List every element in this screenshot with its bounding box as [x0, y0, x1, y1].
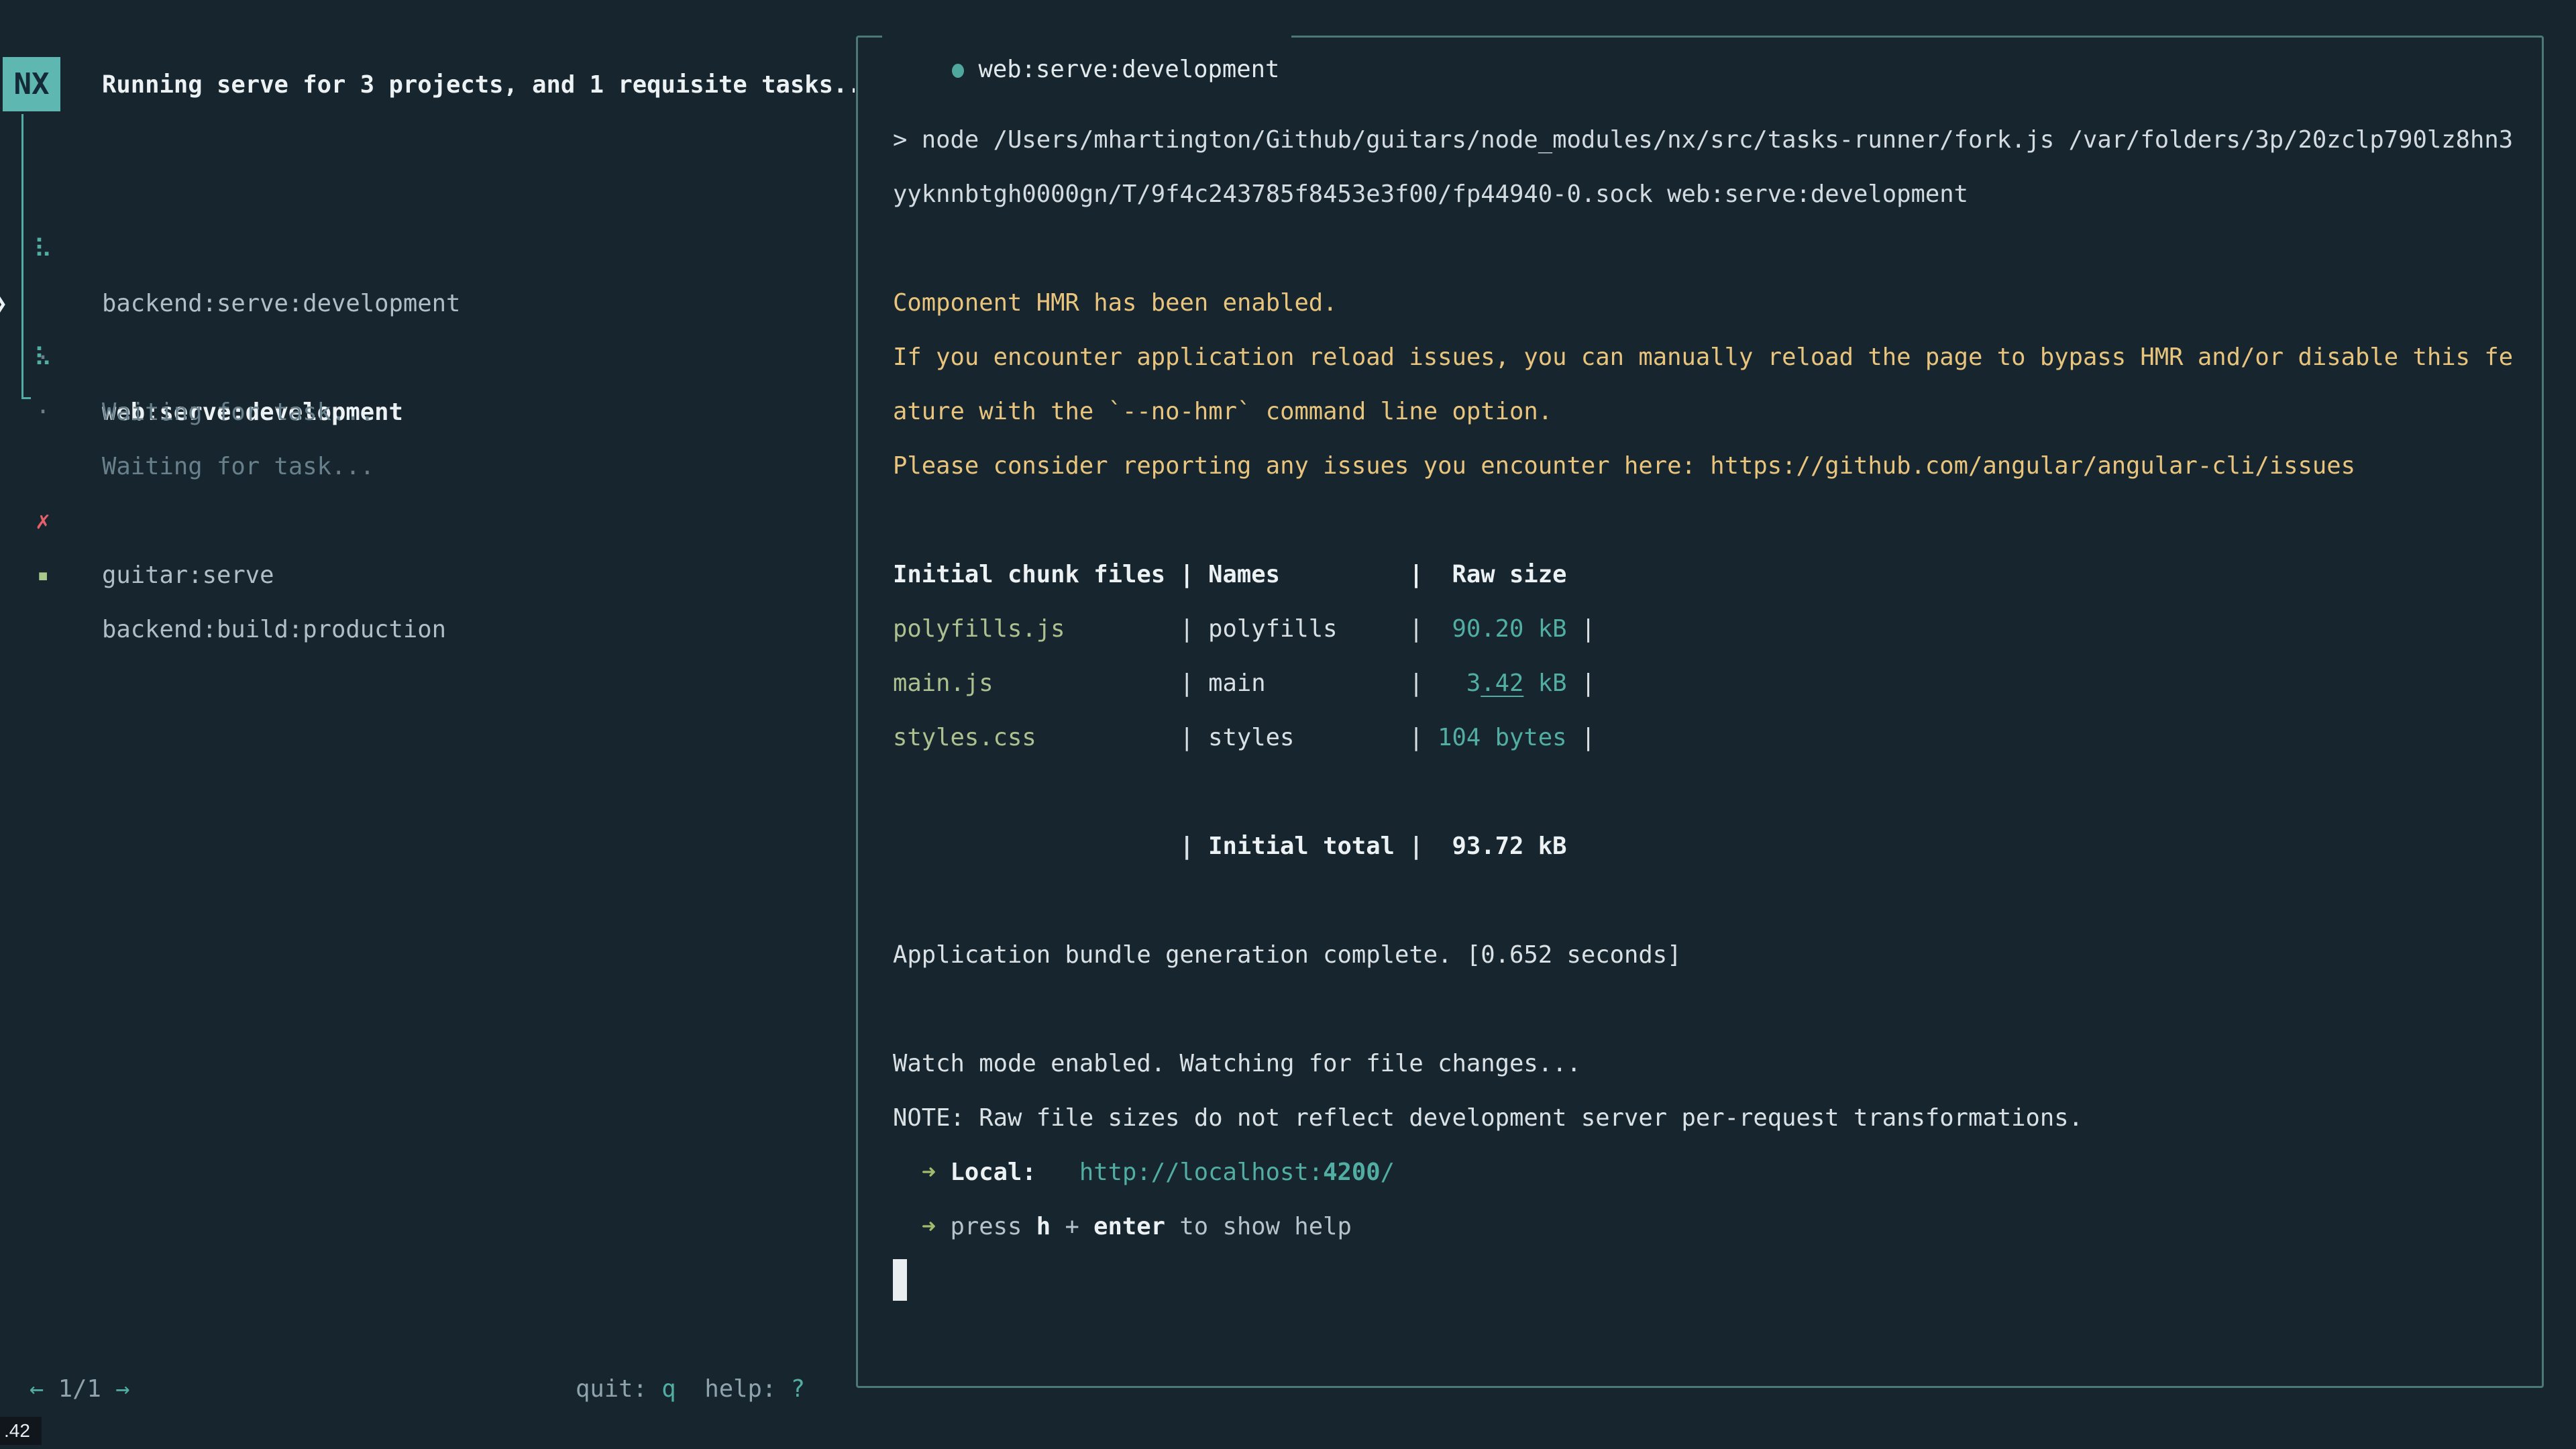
- key-h: h: [1036, 1213, 1051, 1240]
- pipe: |: [1581, 724, 1595, 751]
- size-unit: kB: [1523, 669, 1566, 697]
- task-row-waiting-1[interactable]: · Waiting for task...: [0, 276, 845, 331]
- header-files: Initial chunk files: [893, 547, 1165, 602]
- task-row-backend-build[interactable]: ▪ backend:build:production: [0, 494, 845, 548]
- pipe: |: [1179, 561, 1193, 588]
- chunk-file: main.js: [893, 656, 1165, 710]
- terminal-cursor[interactable]: [893, 1259, 907, 1301]
- local-url-link[interactable]: http://localhost:4200/: [1079, 1159, 1395, 1186]
- chunk-name: main: [1208, 656, 1395, 710]
- task-label: Waiting for task...: [102, 385, 374, 439]
- total-size: 93.72 kB: [1438, 819, 1566, 873]
- terminal-output: > node /Users/mhartington/Github/guitars…: [858, 38, 2542, 1308]
- pipe: |: [1409, 833, 1423, 860]
- hmr-warning-4: Please consider reporting any issues you…: [893, 439, 2542, 493]
- task-row-backend-serve[interactable]: ⠧ backend:serve:development: [0, 168, 845, 222]
- url-base: http://localhost:: [1079, 1159, 1323, 1186]
- url-port: 4200: [1323, 1159, 1381, 1186]
- pipe: |: [1581, 669, 1595, 697]
- quit-key: q: [661, 1375, 676, 1403]
- cursor-line: [893, 1254, 2542, 1308]
- size-value: 104: [1438, 724, 1481, 751]
- pager-current: 1/1: [58, 1375, 101, 1403]
- chunk-size: 90.20 kB: [1438, 602, 1566, 656]
- task-label: guitar:serve: [102, 548, 274, 602]
- quit-label: quit:: [576, 1375, 647, 1403]
- size-unit: kB: [1523, 615, 1566, 643]
- hmr-warning-1: Component HMR has been enabled.: [893, 276, 2542, 330]
- pipe: |: [1409, 669, 1423, 697]
- pipe: |: [1179, 669, 1193, 697]
- command-line-1: > node /Users/mhartington/Github/guitars…: [893, 113, 2542, 167]
- help-label: help:: [704, 1375, 776, 1403]
- chunk-name: styles: [1208, 710, 1395, 765]
- chunk-size: 104 bytes: [1438, 710, 1566, 765]
- chunk-size: 3.42 kB: [1438, 656, 1566, 710]
- blank-line: [893, 982, 2542, 1036]
- panel-title-text: web:serve:development: [979, 56, 1280, 83]
- chunk-table-row: styles.css | styles | 104 bytes |: [893, 710, 2542, 765]
- bundle-complete-line: Application bundle generation complete. …: [893, 928, 2542, 982]
- run-summary-title: Running serve for 3 projects, and 1 requ…: [102, 67, 855, 103]
- note-line: NOTE: Raw file sizes do not reflect deve…: [893, 1091, 2542, 1145]
- blank-line: [893, 765, 2542, 819]
- local-url-line: ➜ Local: http://localhost:4200/: [893, 1145, 2542, 1199]
- pending-dot-icon: ·: [30, 385, 56, 439]
- nx-logo: NX: [3, 57, 60, 111]
- keyboard-hints: quit: q help:?: [576, 1362, 805, 1416]
- press-help-line: ➜ pressh + enter to show help: [893, 1199, 2542, 1254]
- blank-line: [893, 873, 2542, 928]
- pipe: |: [1179, 615, 1193, 643]
- hmr-warning-2: If you encounter application reload issu…: [893, 330, 2542, 384]
- blank-line: [893, 493, 2542, 547]
- pipe: |: [1179, 724, 1193, 751]
- task-row-guitar-serve[interactable]: ✗ guitar:serve: [0, 439, 845, 494]
- running-dot-icon: [952, 64, 964, 78]
- chunk-table-total: | Initial total | 93.72 kB: [893, 819, 2542, 873]
- size-underlined: .42: [1481, 669, 1523, 697]
- header-names: Names: [1208, 547, 1395, 602]
- blank-line: [893, 221, 2542, 276]
- pager: ← 1/1 →: [30, 1362, 130, 1416]
- pipe: |: [1581, 615, 1595, 643]
- watch-mode-line: Watch mode enabled. Watching for file ch…: [893, 1036, 2542, 1091]
- press-rest: to show help: [1179, 1213, 1351, 1240]
- total-label: Initial total: [1208, 819, 1395, 873]
- pipe: |: [1409, 615, 1423, 643]
- chunk-table-header: Initial chunk files | Names | Raw size: [893, 547, 2542, 602]
- task-output-panel: web:serve:development > node /Users/mhar…: [856, 36, 2544, 1388]
- success-square-icon: ▪: [30, 548, 56, 602]
- arrow-icon: ➜: [922, 1213, 936, 1240]
- chunk-name: polyfills: [1208, 602, 1395, 656]
- key-enter: enter: [1093, 1213, 1165, 1240]
- press-word: press: [950, 1213, 1022, 1240]
- chunk-file: polyfills.js: [893, 602, 1165, 656]
- command-line-2: yyknnbtgh0000gn/T/9f4c243785f8453e3f00/f…: [893, 167, 2542, 221]
- task-row-waiting-2[interactable]: · Waiting for task...: [0, 331, 845, 385]
- local-label: Local:: [950, 1159, 1036, 1186]
- hmr-warning-3: ature with the `--no-hmr` command line o…: [893, 384, 2542, 439]
- pager-prev-icon[interactable]: ←: [30, 1375, 44, 1403]
- task-label: backend:build:production: [102, 602, 446, 657]
- url-slash: /: [1381, 1159, 1395, 1186]
- pager-next-icon[interactable]: →: [115, 1375, 129, 1403]
- corner-value-overlay: .42: [0, 1417, 42, 1445]
- size-value: 90.20: [1452, 615, 1523, 643]
- header-raw-size: Raw size: [1438, 547, 1566, 602]
- help-key: ?: [791, 1375, 805, 1403]
- pipe: |: [1409, 561, 1423, 588]
- pipe: |: [1409, 724, 1423, 751]
- pipe: |: [1179, 833, 1193, 860]
- panel-title: web:serve:development: [882, 21, 1291, 54]
- chunk-table-row: polyfills.js | polyfills | 90.20 kB |: [893, 602, 2542, 656]
- task-row-web-serve-selected[interactable]: ❯ ⠧ web:serve:development: [0, 222, 845, 276]
- chunk-table-row: main.js | main | 3.42 kB |: [893, 656, 2542, 710]
- size-unit: bytes: [1481, 724, 1566, 751]
- arrow-icon: ➜: [922, 1159, 936, 1186]
- plus-sign: +: [1065, 1213, 1079, 1240]
- size-value: 3: [1466, 669, 1481, 697]
- chunk-file: styles.css: [893, 710, 1165, 765]
